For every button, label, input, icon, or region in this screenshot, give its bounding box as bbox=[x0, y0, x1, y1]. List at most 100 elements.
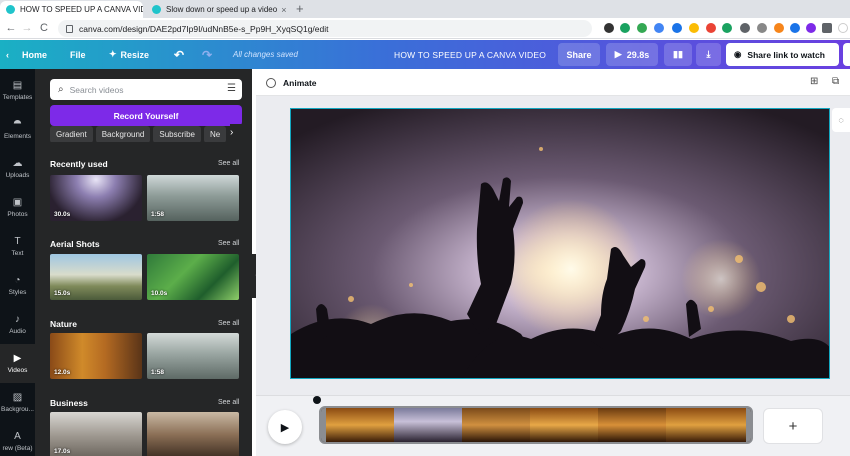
redo-icon[interactable]: ↷ bbox=[202, 40, 212, 69]
duplicate-page-icon[interactable]: ⧉ bbox=[832, 76, 839, 87]
extension-icon[interactable] bbox=[740, 23, 750, 33]
clip-frame bbox=[598, 408, 666, 442]
extension-icon[interactable] bbox=[604, 23, 614, 33]
rail-label: Templates bbox=[2, 94, 33, 101]
rail-item-styles[interactable]: ◔ Styles bbox=[0, 266, 35, 305]
timeline-play-button[interactable]: ▶ bbox=[268, 410, 302, 444]
clip-frame bbox=[394, 408, 462, 442]
resize-button[interactable]: ✦ Resize bbox=[109, 40, 149, 69]
save-status: All changes saved bbox=[233, 50, 298, 59]
browser-tab-help[interactable]: Slow down or speed up a video × bbox=[146, 1, 292, 18]
extra-menu-button[interactable] bbox=[843, 43, 850, 66]
video-thumbnail[interactable]: 1:58 bbox=[147, 333, 239, 379]
address-bar[interactable]: canva.com/design/DAE2pd7Ip9I/udNnB5e-s_P… bbox=[58, 20, 592, 37]
chip-next[interactable]: Ne bbox=[203, 126, 227, 142]
rail-item-videos[interactable]: ▶ Videos bbox=[0, 344, 35, 383]
duration-label: 29.8s bbox=[626, 49, 650, 60]
puzzle-icon[interactable] bbox=[822, 23, 832, 33]
back-arrow-icon[interactable]: ← bbox=[4, 21, 18, 35]
see-all-link[interactable]: See all bbox=[218, 160, 239, 167]
extension-icon[interactable] bbox=[637, 23, 647, 33]
metamask-icon[interactable] bbox=[774, 23, 784, 33]
rail-item-uploads[interactable]: ☁ Uploads bbox=[0, 149, 35, 188]
rail-label: Text bbox=[11, 250, 24, 257]
rail-label: rew (Beta) bbox=[2, 445, 33, 452]
video-thumbnail[interactable]: 17.0s bbox=[50, 412, 142, 456]
animate-icon bbox=[266, 77, 276, 88]
insights-chart-icon[interactable]: ▮▮ bbox=[664, 43, 692, 66]
new-tab-button[interactable]: + bbox=[296, 1, 304, 17]
url-text: canva.com/design/DAE2pd7Ip9I/udNnB5e-s_P… bbox=[79, 23, 329, 34]
add-page-icon[interactable]: ⊞ bbox=[810, 76, 818, 87]
extension-icon[interactable] bbox=[706, 23, 716, 33]
video-clip-track[interactable] bbox=[319, 406, 753, 444]
video-thumbnail[interactable]: 1:58 bbox=[147, 175, 239, 221]
present-button[interactable]: ▶ 29.8s bbox=[606, 43, 658, 66]
timeline: ▶ + bbox=[256, 395, 850, 456]
video-thumbnail[interactable] bbox=[147, 412, 239, 456]
chip-subscribe[interactable]: Subscribe bbox=[153, 126, 201, 142]
rail-label: Uploads bbox=[5, 172, 30, 179]
see-all-link[interactable]: See all bbox=[218, 320, 239, 327]
browser-tab-canva[interactable]: HOW TO SPEED UP A CANVA VIDE × bbox=[0, 1, 143, 18]
animate-button[interactable]: Animate bbox=[266, 69, 317, 96]
share-link-button[interactable]: ◉ Share link to watch bbox=[726, 43, 839, 66]
rail-item-background[interactable]: ▨ Backgrou... bbox=[0, 383, 35, 422]
canva-favicon-icon bbox=[152, 5, 161, 14]
filter-icon[interactable]: ☰ bbox=[227, 83, 236, 94]
extension-icon[interactable] bbox=[757, 23, 767, 33]
rail-item-templates[interactable]: ▤ Templates bbox=[0, 71, 35, 110]
video-duration: 1:58 bbox=[151, 211, 165, 218]
add-page-button[interactable]: + bbox=[764, 409, 822, 443]
forward-arrow-icon[interactable]: → bbox=[20, 21, 34, 35]
video-thumbnail[interactable]: 30.0s bbox=[50, 175, 142, 221]
animate-label: Animate bbox=[283, 77, 317, 88]
playhead-marker[interactable] bbox=[313, 396, 321, 404]
clip-frame bbox=[666, 408, 746, 442]
share-button[interactable]: Share bbox=[558, 43, 600, 66]
record-yourself-button[interactable]: Record Yourself bbox=[50, 105, 242, 126]
video-thumbnail[interactable]: 10.0s bbox=[147, 254, 239, 300]
clip-trim-handle-right[interactable] bbox=[746, 408, 751, 442]
video-thumbnail[interactable]: 12.0s bbox=[50, 333, 142, 379]
audio-icon: ♪ bbox=[15, 314, 20, 325]
extension-icon[interactable] bbox=[689, 23, 699, 33]
profile-avatar[interactable] bbox=[838, 23, 848, 33]
video-thumbnail[interactable]: 15.0s bbox=[50, 254, 142, 300]
file-menu[interactable]: File bbox=[70, 40, 86, 69]
video-duration: 10.0s bbox=[151, 290, 168, 297]
chip-gradient[interactable]: Gradient bbox=[50, 126, 93, 142]
close-tab-icon[interactable]: × bbox=[277, 5, 286, 15]
rail-item-photos[interactable]: ▣ Photos bbox=[0, 188, 35, 227]
video-canvas[interactable] bbox=[290, 108, 830, 379]
download-icon[interactable]: ⤓ bbox=[696, 43, 721, 66]
design-title[interactable]: HOW TO SPEED UP A CANVA VIDEO bbox=[394, 40, 546, 69]
see-all-link[interactable]: See all bbox=[218, 240, 239, 247]
rail-item-draw[interactable]: Arew (Beta) bbox=[0, 422, 35, 456]
sparkle-icon: ✦ bbox=[109, 49, 117, 59]
home-button[interactable]: Home bbox=[22, 40, 47, 69]
rail-item-text[interactable]: T Text bbox=[0, 227, 35, 266]
comment-icon[interactable]: ◌ bbox=[832, 108, 850, 132]
extension-icon[interactable] bbox=[790, 23, 800, 33]
chip-background[interactable]: Background bbox=[95, 126, 151, 142]
extension-icon[interactable] bbox=[806, 23, 816, 33]
videos-icon: ▶ bbox=[13, 353, 22, 364]
rail-item-elements[interactable]: ⯊ Elements bbox=[0, 110, 35, 149]
search-box[interactable]: ⌕ ☰ bbox=[50, 79, 242, 100]
extension-icon[interactable] bbox=[672, 23, 682, 33]
search-input[interactable] bbox=[69, 84, 210, 95]
rail-item-audio[interactable]: ♪ Audio bbox=[0, 305, 35, 344]
extension-icon[interactable] bbox=[620, 23, 630, 33]
share-link-label: Share link to watch bbox=[747, 49, 825, 60]
styles-icon: ◔ bbox=[14, 275, 21, 286]
see-all-link[interactable]: See all bbox=[218, 399, 239, 406]
play-icon: ▶ bbox=[614, 49, 622, 59]
chips-next-arrow-icon[interactable]: › bbox=[230, 124, 242, 141]
back-chevron-icon[interactable]: ‹ bbox=[6, 40, 9, 69]
extension-icon[interactable] bbox=[654, 23, 664, 33]
extension-icon[interactable] bbox=[722, 23, 732, 33]
undo-icon[interactable]: ↶ bbox=[174, 40, 184, 69]
section-title: Business bbox=[50, 398, 88, 408]
reload-icon[interactable]: C bbox=[37, 21, 51, 35]
